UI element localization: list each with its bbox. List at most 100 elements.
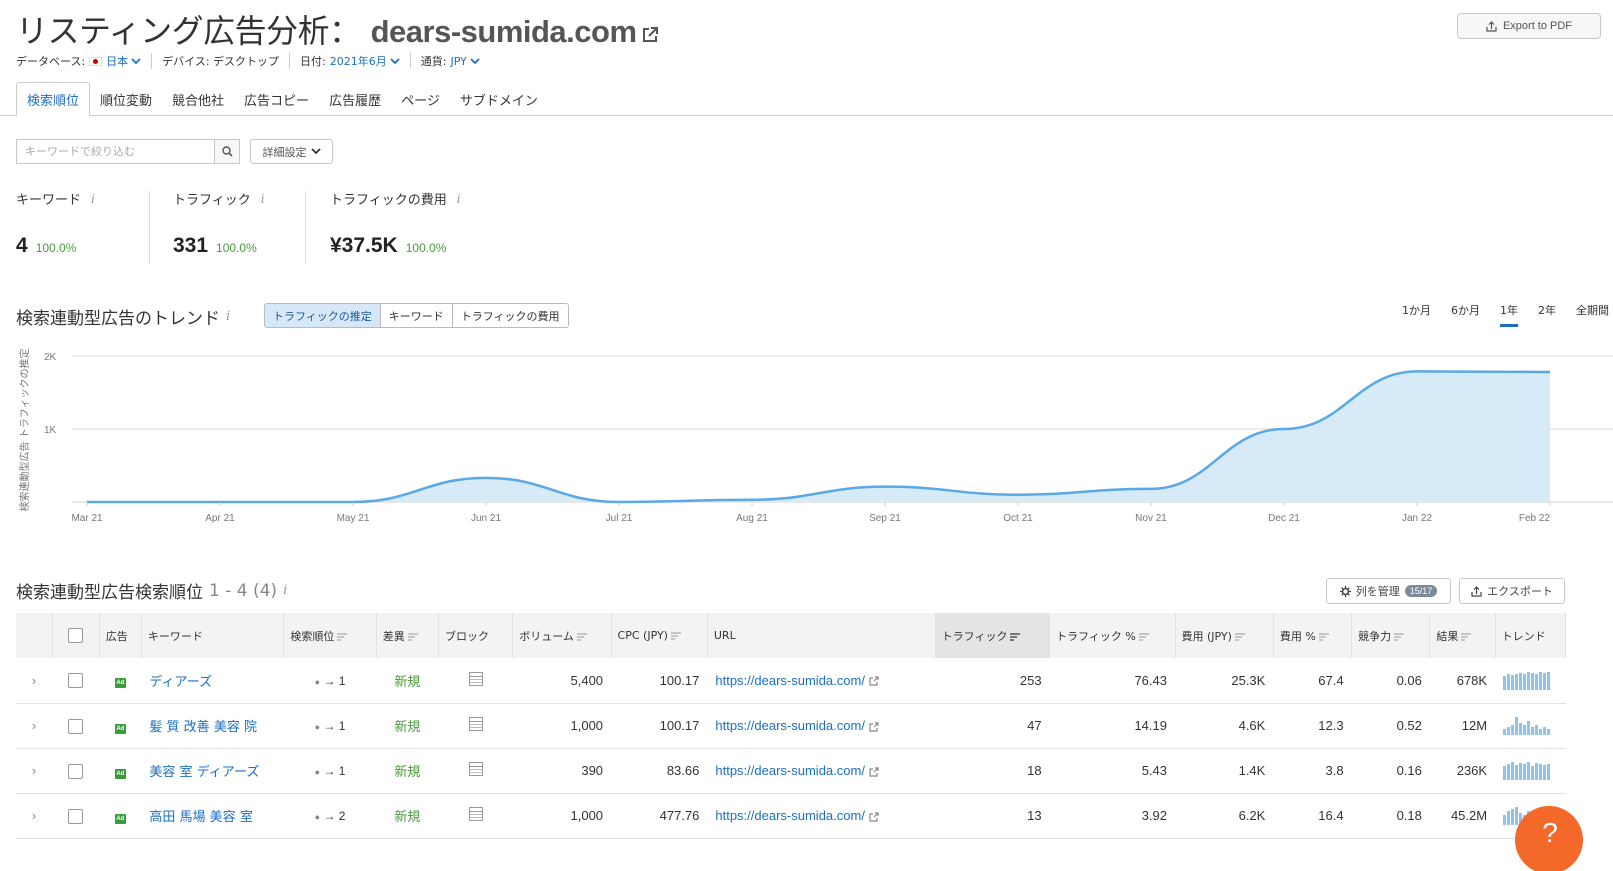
info-icon[interactable]: i — [283, 583, 287, 598]
tab-ad-copies[interactable]: 広告コピー — [234, 82, 319, 116]
row-checkbox[interactable] — [68, 808, 84, 824]
trend-cell — [1495, 658, 1566, 704]
keyword-link[interactable]: 高田 馬場 美容 室 — [149, 810, 252, 825]
info-icon[interactable]: i — [457, 192, 461, 206]
tab-pages[interactable]: ページ — [391, 82, 450, 116]
summary-label: キーワード — [16, 193, 82, 208]
tab-ad-history[interactable]: 広告履歴 — [319, 82, 391, 116]
trend-bar — [1543, 727, 1547, 735]
export-button[interactable]: エクスポート — [1459, 578, 1565, 604]
col-position-label: 検索順位 — [290, 629, 335, 643]
traffic-pct-cell: 3.92 — [1049, 793, 1175, 839]
tab-subdomains[interactable]: サブドメイン — [450, 82, 548, 116]
position-cell: ● → 1 — [283, 703, 377, 749]
manage-columns-button[interactable]: 列を管理 15/17 — [1326, 578, 1451, 604]
sort-icon — [1318, 632, 1329, 641]
row-checkbox[interactable] — [68, 718, 84, 734]
diff-cell: 新規 — [376, 658, 439, 704]
period-2y[interactable]: 2年 — [1538, 302, 1556, 327]
col-cost[interactable]: 費用 (JPY) — [1175, 613, 1274, 658]
row-checkbox[interactable] — [68, 673, 84, 689]
x-tick-label: Feb 22 — [1519, 513, 1551, 524]
keyword-link[interactable]: 美容 室 ディアーズ — [149, 765, 259, 780]
table-title-text: 検索連動型広告検索順位 — [16, 583, 203, 603]
trend-bar — [1547, 729, 1551, 735]
info-icon[interactable]: i — [226, 309, 230, 324]
traffic-pct-cell: 14.19 — [1049, 703, 1175, 749]
competition-cell: 0.16 — [1351, 748, 1430, 794]
domain-link[interactable]: dears-sumida.com — [371, 14, 637, 49]
tab-competitors[interactable]: 競合他社 — [162, 82, 234, 116]
url-link[interactable]: https://dears-sumida.com/ — [715, 673, 865, 688]
keyword-filter-input[interactable] — [16, 139, 215, 164]
ad-preview-icon[interactable]: Ad — [114, 813, 126, 824]
chevron-right-icon[interactable]: › — [32, 763, 36, 778]
col-results[interactable]: 結果 — [1429, 613, 1496, 658]
keyword-link[interactable]: 髪 質 改善 美容 院 — [149, 720, 257, 735]
url-link[interactable]: https://dears-sumida.com/ — [715, 808, 865, 823]
metric-traffic-estimate[interactable]: トラフィックの推定 — [265, 304, 381, 327]
external-link-icon[interactable] — [868, 721, 879, 732]
help-button[interactable]: ? — [1515, 806, 1583, 871]
date-filter[interactable]: 日付: 2021年6月 — [300, 53, 411, 69]
col-traffic-pct[interactable]: トラフィック % — [1049, 613, 1176, 658]
ad-preview-icon[interactable]: Ad — [114, 678, 126, 689]
external-link-icon[interactable] — [868, 811, 879, 822]
x-tick-label: Jul 21 — [606, 513, 633, 524]
ad-preview-icon[interactable]: Ad — [114, 723, 126, 734]
col-volume[interactable]: ボリューム — [512, 613, 612, 658]
col-cost-pct[interactable]: 費用 % — [1273, 613, 1353, 658]
chevron-right-icon[interactable]: › — [32, 808, 36, 823]
chevron-right-icon[interactable]: › — [32, 673, 36, 688]
sort-icon — [1138, 632, 1149, 641]
external-link-icon[interactable] — [868, 766, 879, 777]
col-traffic[interactable]: トラフィック — [935, 613, 1051, 658]
row-checkbox[interactable] — [68, 763, 84, 779]
series-area — [87, 371, 1550, 502]
trend-bar — [1503, 729, 1507, 735]
period-all[interactable]: 全期間 — [1576, 302, 1609, 327]
select-all-cell — [52, 613, 100, 658]
metric-traffic-cost[interactable]: トラフィックの費用 — [452, 304, 568, 327]
position-value: 1 — [338, 719, 346, 733]
trend-bar — [1527, 671, 1531, 690]
keyword-cell: 美容 室 ディアーズ — [141, 748, 284, 794]
position-cell: ● → 2 — [283, 793, 377, 839]
chevron-right-icon[interactable]: › — [32, 718, 36, 733]
info-icon[interactable]: i — [261, 192, 265, 206]
tab-position-changes[interactable]: 順位変動 — [90, 82, 162, 116]
database-filter[interactable]: データベース: 日本 — [16, 53, 153, 69]
tab-positions[interactable]: 検索順位 — [16, 82, 91, 116]
url-link[interactable]: https://dears-sumida.com/ — [715, 763, 865, 778]
col-cpc[interactable]: CPC (JPY) — [611, 613, 708, 658]
device-filter[interactable]: デバイス: デスクトップ — [162, 53, 291, 69]
select-all-checkbox[interactable] — [68, 628, 84, 643]
block-cell — [438, 703, 513, 749]
export-pdf-button[interactable]: Export to PDF — [1457, 13, 1601, 39]
col-diff[interactable]: 差異 — [376, 613, 439, 658]
diff-cell: 新規 — [376, 793, 439, 839]
trend-bar — [1523, 673, 1527, 690]
search-button[interactable] — [214, 139, 240, 164]
col-competition[interactable]: 競争力 — [1351, 613, 1431, 658]
diff-value: 新規 — [394, 810, 421, 825]
url-link[interactable]: https://dears-sumida.com/ — [715, 718, 865, 733]
col-results-label: 結果 — [1436, 629, 1459, 643]
table-row: › Ad 美容 室 ディアーズ ● → 1 新規 390 83.66 https://dear… — [16, 748, 1566, 794]
metric-keywords[interactable]: キーワード — [380, 304, 453, 327]
info-icon[interactable]: i — [91, 192, 95, 206]
keyword-link[interactable]: ディアーズ — [149, 675, 212, 690]
currency-filter[interactable]: 通貨: JPY — [421, 53, 490, 69]
ad-preview-icon[interactable]: Ad — [114, 768, 126, 779]
external-link-icon[interactable] — [641, 14, 659, 52]
period-1y[interactable]: 1年 — [1500, 302, 1518, 327]
period-6m[interactable]: 6か月 — [1451, 302, 1480, 327]
advanced-settings-dropdown[interactable]: 詳細設定 — [250, 139, 333, 164]
col-keyword[interactable]: キーワード — [141, 613, 285, 658]
col-position[interactable]: 検索順位 — [283, 613, 377, 658]
row-select-cell — [52, 748, 100, 794]
url-cell: https://dears-sumida.com/ — [707, 658, 936, 704]
period-1m[interactable]: 1か月 — [1402, 302, 1431, 327]
external-link-icon[interactable] — [868, 676, 879, 686]
sort-icon — [1234, 632, 1245, 641]
